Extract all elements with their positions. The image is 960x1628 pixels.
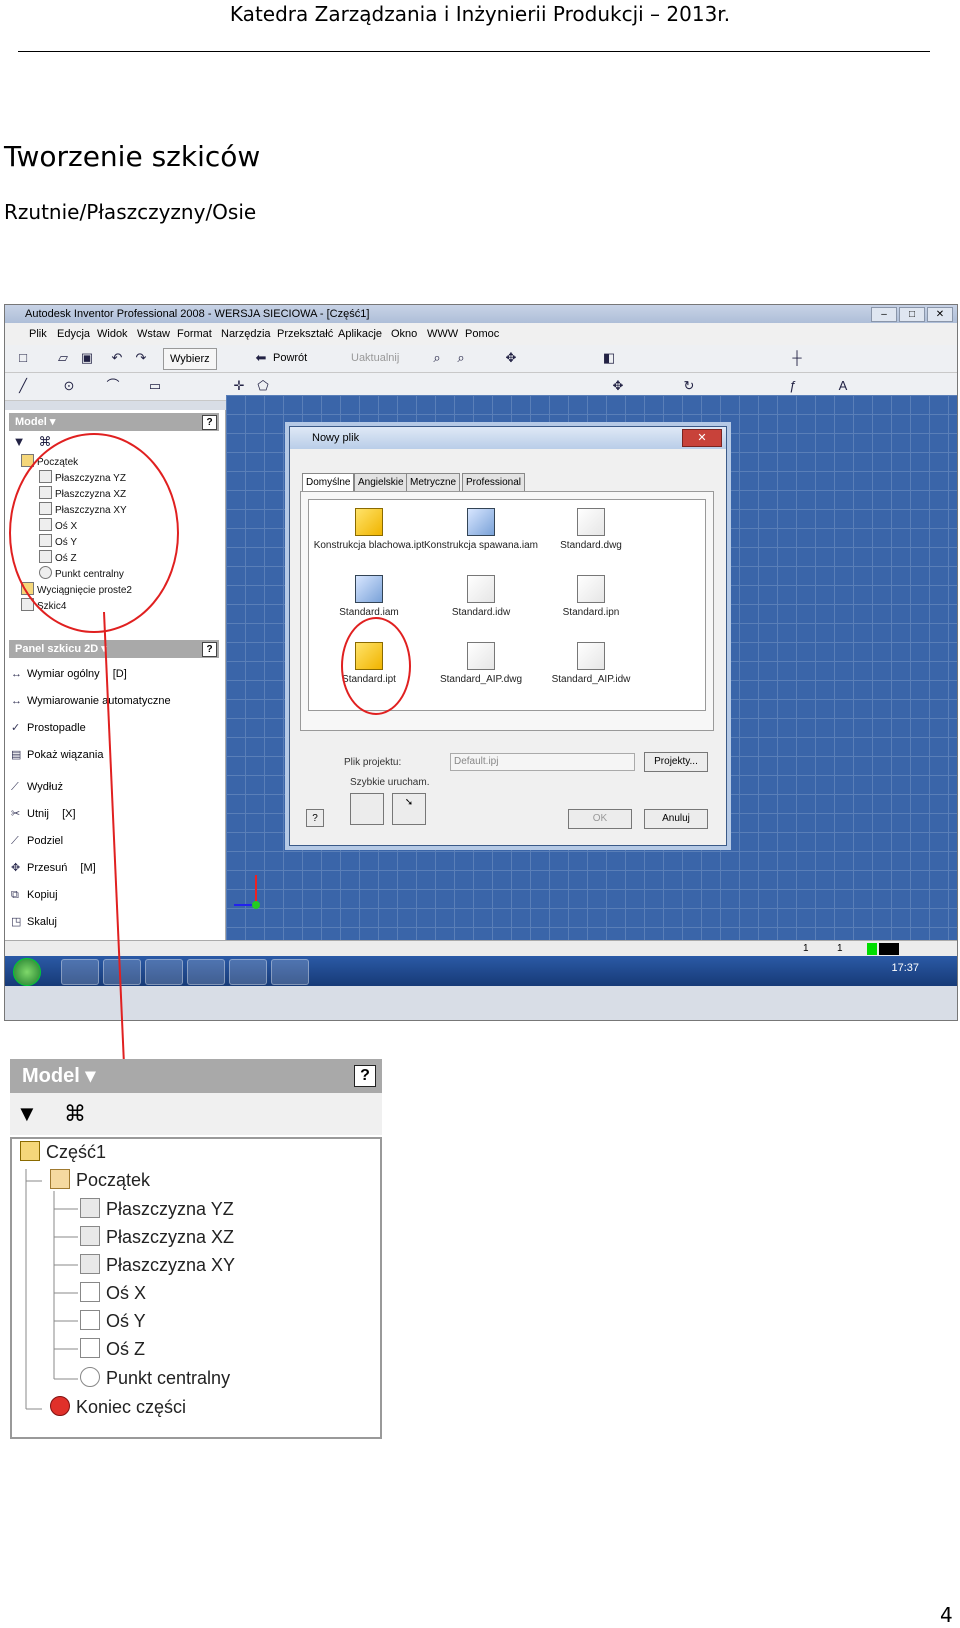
tree-item-axis-y[interactable]: Oś Y	[80, 1308, 146, 1334]
filter-icon[interactable]: ▼	[16, 1101, 38, 1127]
tree-item-plane-yz[interactable]: Płaszczyzna YZ	[80, 1196, 234, 1222]
plane-icon	[80, 1198, 100, 1218]
axis-icon	[80, 1338, 100, 1358]
axis-icon	[80, 1310, 100, 1330]
page-number: 4	[940, 1603, 953, 1627]
tree-item-end-of-part[interactable]: Koniec części	[50, 1394, 186, 1420]
tree-item-plane-xz[interactable]: Płaszczyzna XZ	[80, 1224, 234, 1250]
point-icon	[80, 1367, 100, 1387]
part-icon	[20, 1141, 40, 1161]
tree-item-plane-xy[interactable]: Płaszczyzna XY	[80, 1252, 235, 1278]
zoomed-model-browser: Model ▾ ? ▼ ⌘ Część1 Początek Płaszczyzn…	[10, 1059, 382, 1439]
folder-icon	[50, 1169, 70, 1189]
tree-item-axis-x[interactable]: Oś X	[80, 1280, 146, 1306]
plane-icon	[80, 1226, 100, 1246]
help-icon[interactable]: ?	[354, 1065, 376, 1087]
zoom-browser-tree: Część1 Początek Płaszczyzna YZ Płaszczyz…	[10, 1137, 382, 1439]
zoom-browser-toolbar: ▼ ⌘	[10, 1093, 382, 1135]
end-of-part-icon	[50, 1396, 70, 1416]
tree-item-center-point[interactable]: Punkt centralny	[80, 1365, 230, 1391]
tree-item-axis-z[interactable]: Oś Z	[80, 1336, 145, 1362]
axis-icon	[80, 1282, 100, 1302]
zoom-browser-title: Model	[22, 1065, 80, 1087]
tree-item-part[interactable]: Część1	[20, 1139, 106, 1165]
tree-item-origin[interactable]: Początek	[50, 1167, 150, 1193]
binoculars-icon[interactable]: ⌘	[64, 1101, 86, 1127]
plane-icon	[80, 1254, 100, 1274]
zoom-browser-header[interactable]: Model ▾ ?	[10, 1059, 382, 1093]
